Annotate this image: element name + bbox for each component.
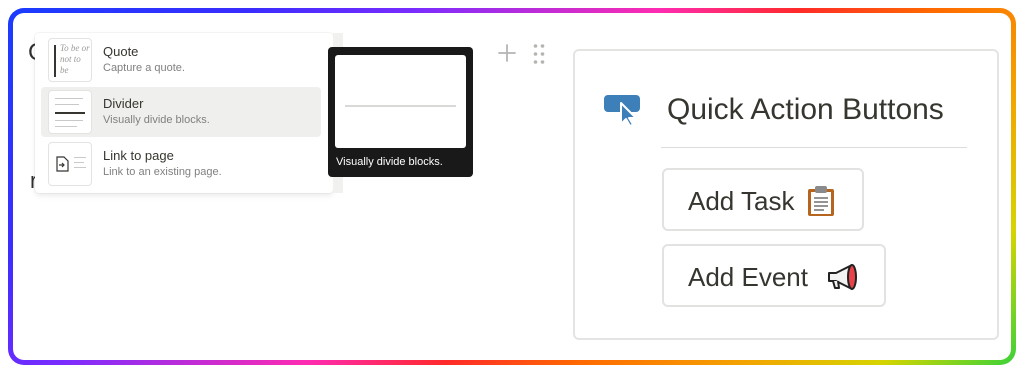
menu-item-link-to-page[interactable]: Link to page Link to an existing page. [41, 139, 321, 189]
add-task-label: Add Task [688, 186, 795, 216]
block-preview-tooltip: Visually divide blocks. [328, 47, 473, 177]
drag-handle-icon[interactable] [532, 43, 546, 65]
megaphone-icon [828, 264, 857, 290]
menu-item-divider[interactable]: Divider Visually divide blocks. [41, 87, 321, 137]
quick-action-callout: Quick Action Buttons Add Task Add Event [573, 49, 999, 340]
menu-item-title: Link to page [103, 148, 174, 163]
page-canvas: C r To be or not to be Quote Capture a q… [13, 13, 1011, 360]
divider-thumbnail-icon [48, 90, 92, 134]
menu-item-description: Link to an existing page. [103, 166, 222, 178]
preview-caption: Visually divide blocks. [336, 156, 443, 168]
gradient-frame: C r To be or not to be Quote Capture a q… [8, 8, 1016, 365]
menu-item-title: Divider [103, 96, 144, 111]
add-event-button[interactable]: Add Event [662, 244, 886, 307]
add-block-plus-icon[interactable] [497, 43, 517, 63]
cursor-click-icon [604, 95, 640, 127]
menu-item-description: Visually divide blocks. [103, 114, 210, 126]
clipboard-icon [808, 186, 834, 216]
menu-item-quote[interactable]: To be or not to be Quote Capture a quote… [41, 35, 321, 85]
menu-item-title: Quote [103, 44, 139, 59]
add-task-button[interactable]: Add Task [662, 168, 864, 231]
preview-divider-line [345, 105, 456, 107]
page-arrow-icon [56, 156, 69, 172]
title-divider [661, 147, 967, 148]
quick-action-title: Quick Action Buttons [667, 93, 944, 126]
quote-thumbnail-icon: To be or not to be [48, 38, 92, 82]
link-to-page-thumbnail-icon [48, 142, 92, 186]
quote-thumbnail-text: To be or not to be [60, 43, 90, 75]
preview-card [335, 55, 466, 148]
menu-item-description: Capture a quote. [103, 62, 185, 74]
block-type-menu: To be or not to be Quote Capture a quote… [35, 33, 343, 193]
add-event-label: Add Event [688, 262, 808, 292]
